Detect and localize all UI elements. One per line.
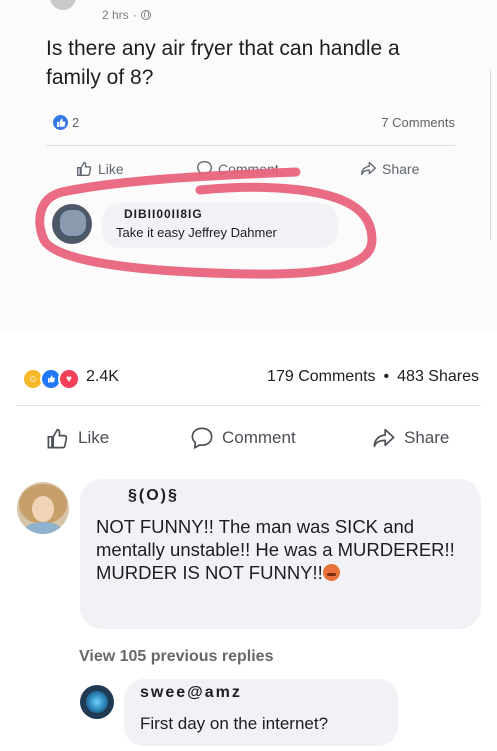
reaction-total[interactable]: 2.4K xyxy=(86,368,119,386)
highlight-circle-annotation xyxy=(35,167,377,279)
share-button[interactable]: Share xyxy=(372,426,449,450)
reaction-icons[interactable]: ☺ ♥ xyxy=(22,368,80,390)
post-stats: 179 Comments • 483 Shares xyxy=(267,368,479,386)
reply-text: First day on the internet? xyxy=(140,714,329,733)
commenter-avatar[interactable] xyxy=(17,482,69,534)
comments-count[interactable]: 179 Comments xyxy=(267,368,376,386)
share-icon xyxy=(373,428,395,448)
angry-emoji-icon xyxy=(322,564,340,581)
thumbs-up-icon xyxy=(47,428,68,449)
comment-author[interactable]: §(O)§ xyxy=(128,487,179,505)
comment-text: NOT FUNNY!! The man was SICK and mentall… xyxy=(96,516,455,583)
view-previous-replies-link[interactable]: View 105 previous replies xyxy=(79,648,273,666)
love-icon: ♥ xyxy=(58,368,80,390)
like-button[interactable]: Like xyxy=(46,426,109,450)
divider xyxy=(16,405,481,406)
comment-button[interactable]: Comment xyxy=(190,426,296,450)
replier-avatar[interactable] xyxy=(80,685,114,719)
separator: • xyxy=(383,368,390,385)
reply-author[interactable]: swee@amz xyxy=(140,684,242,702)
comment-icon xyxy=(191,427,213,450)
shares-count[interactable]: 483 Shares xyxy=(397,368,479,386)
